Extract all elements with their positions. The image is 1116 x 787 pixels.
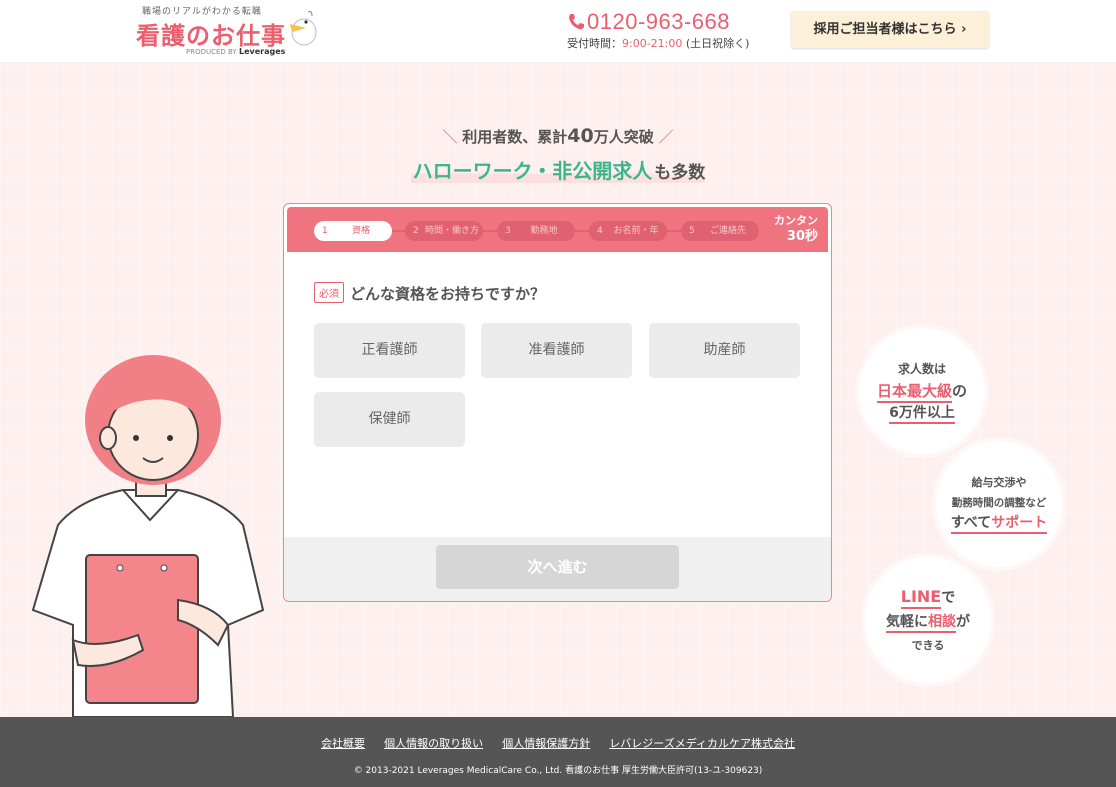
logo-produced-by: PRODUCED BY Leverages	[186, 47, 286, 56]
step-4: 4 お名前・年	[589, 221, 667, 241]
option-midwife[interactable]: 助産師	[649, 323, 800, 378]
step-5: 5 ご連絡先	[681, 221, 759, 241]
step-2: 2 時間・働き方	[405, 221, 483, 241]
question-text: どんな資格をお持ちですか？	[350, 285, 546, 303]
site-logo[interactable]: 職場のリアルがわかる転職 看護のお仕事 PRODUCED BY Leverage…	[136, 4, 336, 60]
phone-icon	[567, 11, 585, 37]
phone-number[interactable]: 0120-963-668	[567, 9, 749, 37]
footer-link-personal-info[interactable]: 個人情報の取り扱い	[384, 737, 483, 750]
footer-link-corporation[interactable]: レバレジーズメディカルケア株式会社	[609, 737, 795, 750]
registration-form: 1 資格 2 時間・働き方 3 勤務地 4 お名前・年 5 ご連絡先 カンタン 30秒 必…	[283, 203, 832, 602]
option-public-health-nurse[interactable]: 保健師	[314, 392, 465, 447]
footer-link-company[interactable]: 会社概要	[321, 737, 365, 750]
nurse-illustration	[31, 355, 265, 717]
feature-bubble-line: LINEで 気軽に相談が できる	[865, 557, 991, 683]
required-badge: 必須	[314, 282, 344, 303]
phone-contact[interactable]: 0120-963-668 受付時間：9:00-21:00 (土日祝除く)	[567, 9, 749, 51]
copyright: © 2013-2021 Leverages MedicalCare Co., L…	[353, 766, 763, 776]
catch-users: ＼ 利用者数、累計40万人突破 ／	[442, 125, 674, 147]
option-registered-nurse[interactable]: 正看護師	[314, 323, 465, 378]
logo-title: 看護のお仕事	[136, 22, 286, 50]
catch-jobs: ハローワーク・非公開求人 も多数	[410, 159, 706, 183]
footer-links: 会社概要 個人情報の取り扱い 個人情報保護方針 レバレジーズメディカルケア株式会…	[0, 732, 1116, 751]
feature-bubble-jobs: 求人数は 日本最大級の 6万件以上	[859, 328, 985, 454]
step-progress-bar: 1 資格 2 時間・働き方 3 勤務地 4 お名前・年 5 ご連絡先 カンタン 30秒	[287, 207, 828, 252]
next-button[interactable]: 次へ進む	[436, 545, 679, 589]
quick-badge: カンタン 30秒	[774, 214, 818, 244]
question-heading: 必須 どんな資格をお持ちですか？	[314, 282, 545, 304]
step-3: 3 勤務地	[497, 221, 575, 241]
site-header: 職場のリアルがわかる転職 看護のお仕事 PRODUCED BY Leverage…	[0, 0, 1116, 63]
footer-link-privacy-policy[interactable]: 個人情報保護方針	[502, 737, 590, 750]
pelican-mascot-icon	[290, 11, 317, 46]
phone-hours: 受付時間：9:00-21:00 (土日祝除く)	[567, 37, 750, 50]
step-1: 1 資格	[314, 221, 392, 241]
feature-bubble-support: 給与交渉や 勤務時間の調整など すべてサポート	[936, 441, 1062, 567]
form-footer: 次へ進む	[284, 537, 831, 601]
site-footer: 会社概要 個人情報の取り扱い 個人情報保護方針 レバレジーズメディカルケア株式会…	[0, 717, 1116, 787]
employer-link-button[interactable]: 採用ご担当者様はこちら ›	[791, 11, 989, 48]
option-assistant-nurse[interactable]: 准看護師	[481, 323, 632, 378]
